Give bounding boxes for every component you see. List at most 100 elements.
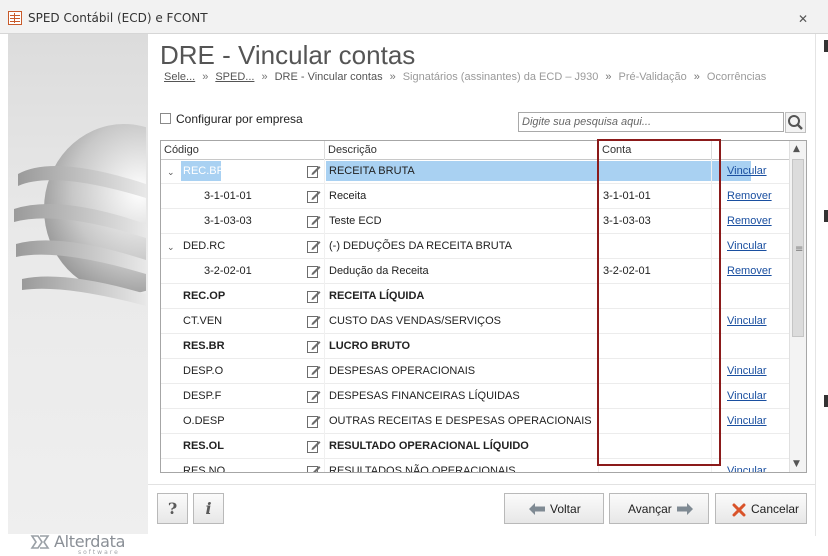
window-titlebar: SPED Contábil (ECD) e FCONT ✕	[0, 0, 828, 34]
column-header-conta[interactable]: Conta	[602, 144, 631, 156]
edit-icon[interactable]	[307, 439, 321, 453]
link-account-link[interactable]: Vincular	[727, 315, 767, 327]
edit-icon[interactable]	[307, 414, 321, 428]
window-right-edge	[815, 34, 828, 536]
cell-divider	[598, 334, 599, 359]
row-description: Receita	[329, 190, 367, 202]
edit-icon[interactable]	[307, 339, 321, 353]
remove-link[interactable]: Remover	[727, 215, 772, 227]
edge-marker	[824, 40, 828, 52]
link-account-link[interactable]: Vincular	[727, 415, 767, 427]
cell-divider	[598, 259, 599, 284]
row-code: O.DESP	[183, 415, 225, 427]
info-icon: i	[205, 499, 212, 518]
row-conta: 3-1-01-01	[603, 190, 651, 202]
breadcrumb-item: Signatários (assinantes) da ECD – J930	[402, 71, 599, 83]
info-button[interactable]: i	[193, 493, 224, 524]
cell-divider	[598, 459, 599, 472]
edit-icon[interactable]	[307, 239, 321, 253]
search-icon	[788, 115, 803, 130]
row-description-cell	[326, 211, 751, 231]
cell-divider	[324, 184, 325, 209]
search-box[interactable]	[518, 112, 785, 132]
close-icon[interactable]: ✕	[798, 12, 808, 26]
table-row[interactable]: DESP.O DESPESAS OPERACIONAIS Vincular	[161, 359, 789, 384]
link-account-link[interactable]: Vincular	[727, 465, 767, 472]
cell-divider	[711, 184, 712, 209]
cell-divider	[598, 159, 599, 184]
row-conta: 3-1-03-03	[603, 215, 651, 227]
cancel-button[interactable]: Cancelar	[715, 493, 807, 524]
row-description: (-) DEDUÇÕES DA RECEITA BRUTA	[329, 240, 512, 252]
help-button[interactable]: ?	[157, 493, 188, 524]
table-row[interactable]: CT.VEN CUSTO DAS VENDAS/SERVIÇOS Vincular	[161, 309, 789, 334]
cell-divider	[324, 384, 325, 409]
cell-divider	[598, 409, 599, 434]
breadcrumb-item: Ocorrências	[706, 71, 767, 83]
grid-vertical-scrollbar[interactable]: ▲ ≡ ▼	[789, 141, 806, 472]
table-row[interactable]: O.DESP OUTRAS RECEITAS E DESPESAS OPERACI…	[161, 409, 789, 434]
column-header-codigo[interactable]: Código	[164, 144, 199, 156]
edit-icon[interactable]	[307, 164, 321, 178]
breadcrumb-separator: »	[693, 71, 700, 83]
column-divider	[711, 141, 712, 159]
edit-icon[interactable]	[307, 289, 321, 303]
table-row[interactable]: RES.BR LUCRO BRUTO	[161, 334, 789, 359]
search-button[interactable]	[785, 112, 806, 133]
expand-chevron-icon[interactable]: ⌄	[167, 467, 175, 472]
row-code: 3-1-01-01	[204, 190, 252, 202]
row-description: RECEITA BRUTA	[329, 165, 415, 177]
cell-divider	[598, 284, 599, 309]
cell-divider	[711, 259, 712, 284]
scroll-down-arrow-icon[interactable]: ▼	[793, 459, 800, 469]
column-divider	[324, 141, 325, 159]
row-description: DESPESAS FINANCEIRAS LÍQUIDAS	[329, 390, 520, 402]
table-row[interactable]: ⌄ RES.NO RESULTADOS NÃO OPERACIONAIS Vincul…	[161, 459, 789, 472]
edit-icon[interactable]	[307, 214, 321, 228]
edit-icon[interactable]	[307, 264, 321, 278]
cell-divider	[711, 309, 712, 334]
table-row[interactable]: RES.OL RESULTADO OPERACIONAL LÍQUIDO	[161, 434, 789, 459]
cell-divider	[324, 234, 325, 259]
configure-by-company-label: Configurar por empresa	[176, 112, 303, 126]
scroll-up-arrow-icon[interactable]: ▲	[793, 144, 800, 154]
table-row[interactable]: 3-1-01-01 Receita 3-1-01-01 Remover	[161, 184, 789, 209]
row-code: CT.VEN	[183, 315, 223, 327]
link-account-link[interactable]: Vincular	[727, 390, 767, 402]
next-button[interactable]: Avançar	[609, 493, 709, 524]
edit-icon[interactable]	[307, 189, 321, 203]
cell-divider	[324, 334, 325, 359]
breadcrumb-item[interactable]: SPED...	[215, 71, 254, 83]
cell-divider	[711, 359, 712, 384]
link-account-link[interactable]: Vincular	[727, 240, 767, 252]
row-description: RESULTADOS NÃO OPERACIONAIS	[329, 465, 516, 472]
edit-icon[interactable]	[307, 464, 321, 472]
search-input[interactable]	[519, 113, 785, 131]
edit-icon[interactable]	[307, 389, 321, 403]
dre-accounts-grid: Código Descrição Conta ⌄ REC.BR RECEITA BR…	[160, 140, 807, 473]
table-row[interactable]: ⌄ REC.BR RECEITA BRUTA Vincular	[161, 159, 789, 184]
link-account-link[interactable]: Vincular	[727, 365, 767, 377]
breadcrumb-item[interactable]: Sele...	[164, 71, 195, 83]
expand-chevron-icon[interactable]: ⌄	[167, 242, 175, 253]
cell-divider	[598, 309, 599, 334]
scrollbar-thumb[interactable]: ≡	[792, 159, 804, 337]
table-row[interactable]: DESP.F DESPESAS FINANCEIRAS LÍQUIDAS Vincu…	[161, 384, 789, 409]
helmet-illustration-icon	[14, 124, 146, 306]
footer-divider	[148, 484, 815, 485]
edit-icon[interactable]	[307, 364, 321, 378]
table-row[interactable]: ⌄ DED.RC (-) DEDUÇÕES DA RECEITA BRUTA Vinc…	[161, 234, 789, 259]
table-row[interactable]: 3-2-02-01 Dedução da Receita 3-2-02-01 Remo…	[161, 259, 789, 284]
spreadsheet-app-icon	[8, 11, 22, 25]
configure-by-company-checkbox[interactable]	[160, 113, 171, 124]
column-header-descricao[interactable]: Descrição	[328, 144, 377, 156]
expand-chevron-icon[interactable]: ⌄	[167, 167, 175, 178]
link-account-link[interactable]: Vincular	[727, 165, 767, 177]
table-row[interactable]: 3-1-03-03 Teste ECD 3-1-03-03 Remover	[161, 209, 789, 234]
edit-icon[interactable]	[307, 314, 321, 328]
back-button[interactable]: Voltar	[504, 493, 604, 524]
remove-link[interactable]: Remover	[727, 190, 772, 202]
table-row[interactable]: REC.OP RECEITA LÍQUIDA	[161, 284, 789, 309]
breadcrumb-item: DRE - Vincular contas	[274, 71, 383, 83]
remove-link[interactable]: Remover	[727, 265, 772, 277]
